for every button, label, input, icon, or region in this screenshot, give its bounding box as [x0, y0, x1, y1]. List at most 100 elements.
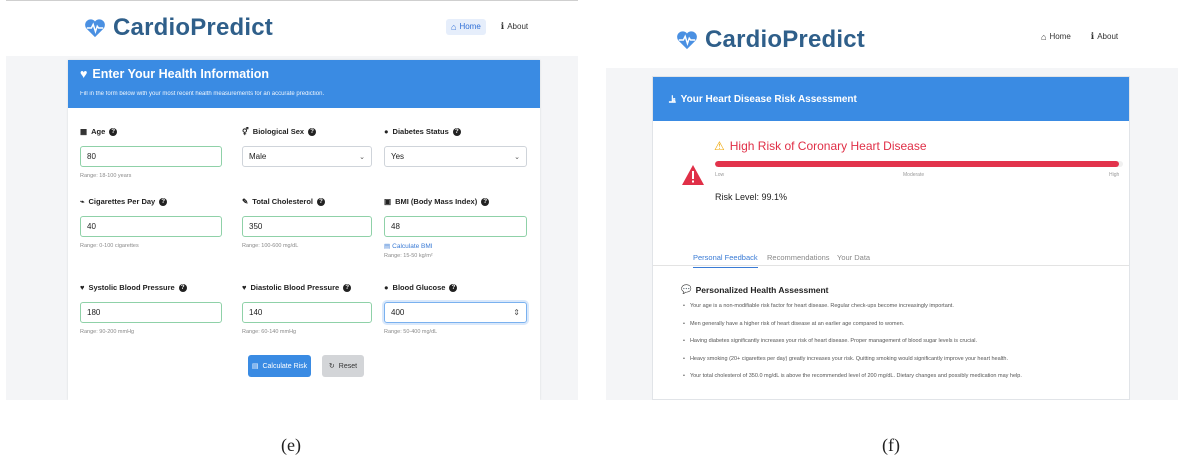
brand-logo[interactable]: CardioPredict [676, 26, 865, 54]
nav-home[interactable]: ⌂ Home [1036, 29, 1076, 45]
feedback-text: Your age is a non-modifiable risk factor… [689, 303, 954, 309]
systolic-input[interactable]: 180 [80, 302, 222, 323]
tab-recommendations[interactable]: Recommendations [767, 253, 830, 267]
age-label-text: Age [91, 127, 106, 136]
risk-headline-text: High Risk of Coronary Heart Disease [729, 139, 927, 153]
help-icon[interactable]: ? [159, 197, 168, 206]
diabetes-value: Yes [391, 152, 405, 161]
nav-home[interactable]: ⌂ Home [446, 18, 486, 35]
help-icon[interactable]: ? [109, 127, 118, 136]
help-icon[interactable]: ? [343, 283, 352, 292]
glucose-label-text: Blood Glucose [392, 283, 446, 292]
help-icon[interactable]: ? [452, 127, 461, 136]
feedback-text: Men generally have a higher risk of hear… [689, 320, 905, 327]
sex-label-text: Biological Sex [252, 127, 305, 136]
feedback-text: Heavy smoking (20+ cigarettes per day) g… [689, 355, 1009, 362]
heart-pulse-icon [85, 19, 105, 38]
form-title: ♥ Enter Your Health Information [80, 67, 530, 81]
tab-your-data[interactable]: Your Data [837, 253, 870, 267]
list-item: • Having diabetes significantly increases… [683, 338, 1022, 356]
heart-pulse-icon [677, 31, 697, 50]
info-icon: ℹ [1090, 31, 1095, 41]
tab-personal-feedback[interactable]: Personal Feedback [693, 253, 758, 268]
glucose-input[interactable]: 400 ⇕ [384, 302, 527, 323]
systolic-label: ♥ Systolic Blood Pressure? [80, 283, 222, 292]
smoking-icon: ⌁ [80, 197, 85, 206]
feedback-list: • Your age is a non-modifiable risk facto… [683, 303, 1022, 391]
list-item: • Your total cholesterol of 350.0 mg/dL i… [683, 373, 1022, 391]
form-card-header: ♥ Enter Your Health Information Fill in … [68, 60, 540, 108]
age-field: ▦ Age? 80 Range: 18-100 years [80, 127, 222, 179]
scale-high: High [1109, 172, 1120, 178]
systolic-value: 180 [87, 308, 101, 317]
cholesterol-hint: Range: 100-600 mg/dL [242, 243, 299, 249]
cholesterol-label: ✎ Total Cholesterol? [242, 197, 372, 206]
chevron-down-icon: ⌄ [359, 153, 365, 161]
warning-icon: ⚠ [714, 139, 725, 153]
top-nav: ⌂ Home ℹ About [446, 18, 533, 35]
bmi-label-text: BMI (Body Mass Index) [395, 197, 478, 206]
help-icon[interactable]: ? [449, 283, 458, 292]
scale-icon: ▣ [384, 197, 392, 206]
reset-label: Reset [338, 362, 358, 370]
bullet: • [683, 303, 685, 309]
diabetes-select[interactable]: Yes ⌄ [384, 146, 527, 167]
reset-button[interactable]: ↻ Reset [322, 355, 364, 377]
spinner-icon[interactable]: ⇕ [513, 308, 526, 317]
diabetes-field: ● Diabetes Status? Yes ⌄ [384, 127, 527, 167]
list-item: • Your age is a non-modifiable risk facto… [683, 303, 1022, 321]
assessment-title: Your Heart Disease Risk Assessment [680, 93, 857, 105]
help-icon[interactable]: ? [481, 197, 490, 206]
age-value: 80 [87, 152, 96, 161]
help-icon[interactable]: ? [178, 283, 187, 292]
feedback-text: Having diabetes significantly increases … [689, 338, 977, 344]
risk-assessment-card: ⫡ Your Heart Disease Risk Assessment ⚠ H… [652, 76, 1130, 400]
risk-level: Risk Level: 99.1% [715, 192, 788, 202]
calculator-icon: ▤ [251, 363, 259, 370]
results-screenshot-panel: CardioPredict ⌂ Home ℹ About ⫡ Your Heart … [606, 0, 1178, 400]
cigarettes-label-text: Cigarettes Per Day [88, 197, 156, 206]
scale-low: Low [715, 172, 725, 178]
scale-moderate: Moderate [903, 172, 925, 178]
caption-f: (f) [882, 435, 900, 455]
cigarettes-field: ⌁ Cigarettes Per Day? 40 Range: 0-100 cig… [80, 197, 222, 249]
systolic-label-text: Systolic Blood Pressure [88, 283, 175, 292]
systolic-hint: Range: 90-200 mmHg [80, 329, 135, 335]
sex-select[interactable]: Male ⌄ [242, 146, 372, 167]
age-input[interactable]: 80 [80, 146, 222, 167]
chevron-down-icon: ⌄ [514, 153, 520, 161]
calendar-icon: ▦ [80, 127, 88, 136]
home-icon: ⌂ [1041, 31, 1047, 42]
cholesterol-value: 350 [249, 222, 263, 231]
top-nav: ⌂ Home ℹ About [1036, 28, 1123, 45]
help-icon[interactable]: ? [317, 197, 325, 206]
brand-logo[interactable]: CardioPredict [84, 14, 273, 42]
list-item: • Men generally have a higher risk of hea… [683, 321, 1022, 339]
help-icon[interactable]: ? [308, 127, 317, 136]
cholesterol-field: ✎ Total Cholesterol? 350 Range: 100-600 m… [242, 197, 372, 249]
nav-about-label: About [1097, 32, 1119, 41]
cigarettes-input[interactable]: 40 [80, 216, 222, 237]
diastolic-input[interactable]: 140 [242, 302, 372, 323]
droplet-icon: ● [384, 127, 389, 136]
bullet: • [683, 373, 685, 379]
sex-field: ⚥ Biological Sex? Male ⌄ [242, 127, 372, 167]
nav-about[interactable]: ℹ About [1086, 28, 1123, 45]
health-form-card: ♥ Enter Your Health Information Fill in … [68, 60, 540, 400]
divider [6, 0, 578, 1]
nav-about[interactable]: ℹ About [496, 18, 533, 35]
heart-icon: ♥ [80, 283, 85, 292]
cholesterol-input[interactable]: 350 [242, 216, 372, 237]
risk-progress-bar [715, 161, 1123, 167]
home-icon: ⌂ [451, 21, 457, 32]
cigarettes-value: 40 [87, 222, 96, 231]
info-icon: ℹ [500, 21, 505, 31]
calculate-bmi-link[interactable]: ▤ Calculate BMI [384, 242, 527, 251]
feedback-title-text: Personalized Health Assessment [695, 284, 829, 295]
calculate-risk-button[interactable]: ▤ Calculate Risk [248, 355, 311, 377]
diastolic-value: 140 [249, 308, 263, 317]
calculator-icon: ▤ [384, 243, 391, 250]
warning-triangle-icon [682, 165, 704, 185]
age-hint: Range: 18-100 years [80, 173, 132, 179]
bmi-input[interactable]: 48 [384, 216, 527, 237]
